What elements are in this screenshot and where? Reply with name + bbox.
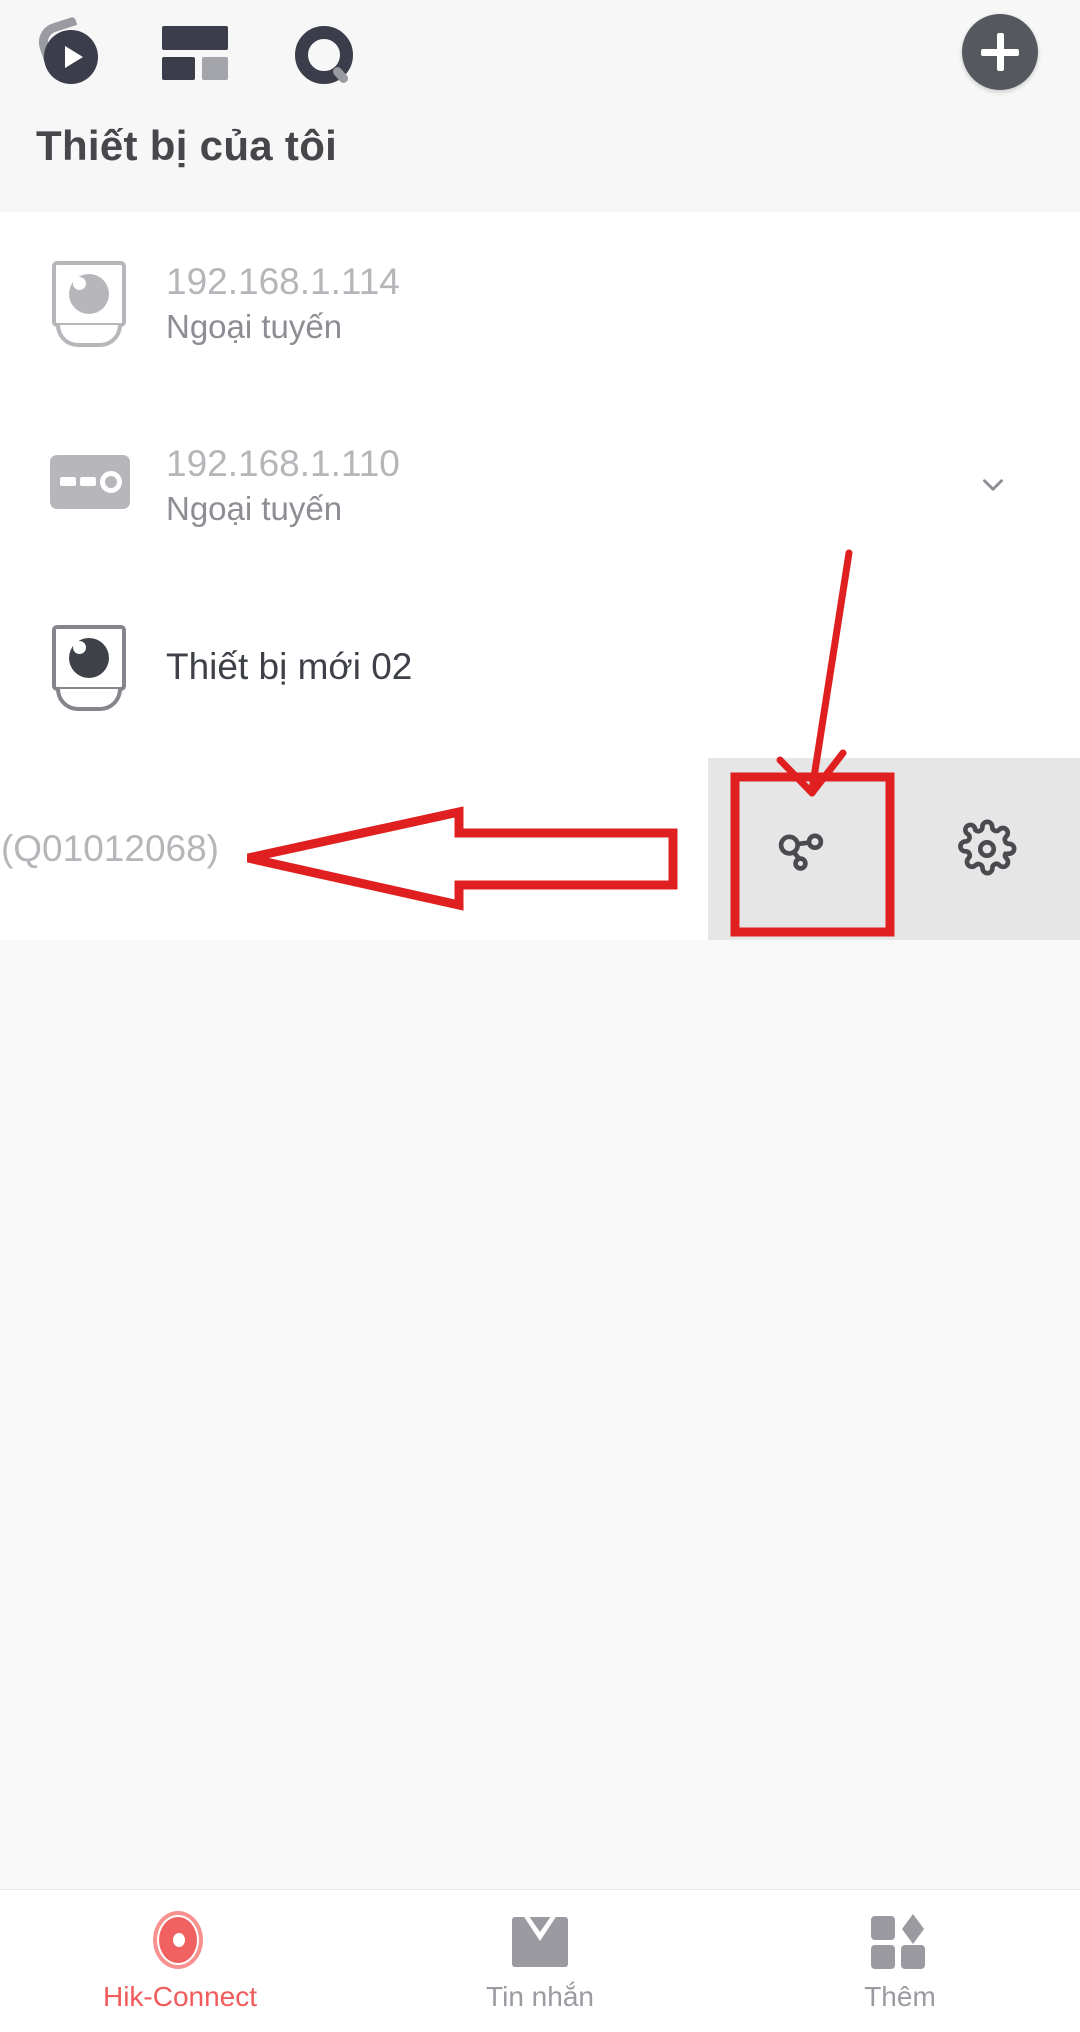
device-name: 192.168.1.110	[166, 442, 400, 484]
device-list-item[interactable]: 192.168.1.114 Ngoại tuyến	[0, 212, 1080, 394]
hik-connect-icon	[149, 1911, 211, 1973]
search-icon	[291, 22, 353, 85]
empty-area	[0, 940, 1080, 1889]
page-title: Thiết bị của tôi	[36, 122, 338, 169]
share-icon	[778, 833, 824, 871]
camera-icon	[48, 257, 134, 349]
device-name: IS(Q01012068)	[0, 828, 220, 869]
device-text: Thiết bị mới 02	[166, 644, 412, 689]
device-list-item[interactable]: 192.168.1.110 Ngoại tuyến	[0, 394, 1080, 576]
device-text: 192.168.1.110 Ngoại tuyến	[166, 441, 400, 529]
playback-icon	[33, 16, 100, 84]
add-device-button[interactable]	[962, 14, 1038, 90]
nvr-icon	[48, 439, 134, 531]
app-header: Thiết bị của tôi	[0, 0, 1080, 212]
playback-button[interactable]	[33, 16, 104, 88]
nav-label: Tin nhắn	[486, 1981, 594, 2012]
device-settings-button[interactable]	[894, 758, 1080, 940]
layout-icon	[162, 26, 228, 80]
bottom-navigation: Hik-Connect Tin nhắn Thêm	[0, 1889, 1080, 2032]
layout-button[interactable]	[160, 18, 230, 88]
grid-more-icon	[871, 1914, 929, 1970]
device-text: 192.168.1.114 Ngoại tuyến	[166, 259, 400, 347]
device-list: 192.168.1.114 Ngoại tuyến 192.168.1.110 …	[0, 212, 1080, 940]
device-list-item[interactable]: Thiết bị mới 02	[0, 576, 1080, 758]
device-status: Ngoại tuyến	[166, 489, 343, 527]
nav-label: Thêm	[864, 1981, 936, 2012]
device-name: Thiết bị mới 02	[166, 646, 413, 688]
device-name: 192.168.1.114	[166, 260, 400, 302]
nav-messages[interactable]: Tin nhắn	[360, 1911, 720, 2011]
device-status: Ngoại tuyến	[166, 307, 343, 345]
envelope-icon	[512, 1917, 568, 1967]
gear-icon	[958, 819, 1017, 876]
swipe-action-panel	[708, 758, 1080, 940]
chevron-down-icon[interactable]	[976, 468, 1010, 502]
share-device-button[interactable]	[708, 758, 894, 940]
nav-more[interactable]: Thêm	[720, 1911, 1080, 2011]
header-icon-group	[33, 16, 356, 88]
nav-label: Hik-Connect	[102, 1981, 258, 2012]
camera-icon	[48, 621, 134, 713]
device-list-item-swiped[interactable]: IS(Q01012068)	[0, 758, 1080, 940]
app-root: Thiết bị của tôi 192.168.1.114 Ngoại tuy…	[0, 0, 1080, 2032]
search-button[interactable]	[286, 18, 356, 88]
nav-hik-connect[interactable]: Hik-Connect	[0, 1911, 360, 2011]
